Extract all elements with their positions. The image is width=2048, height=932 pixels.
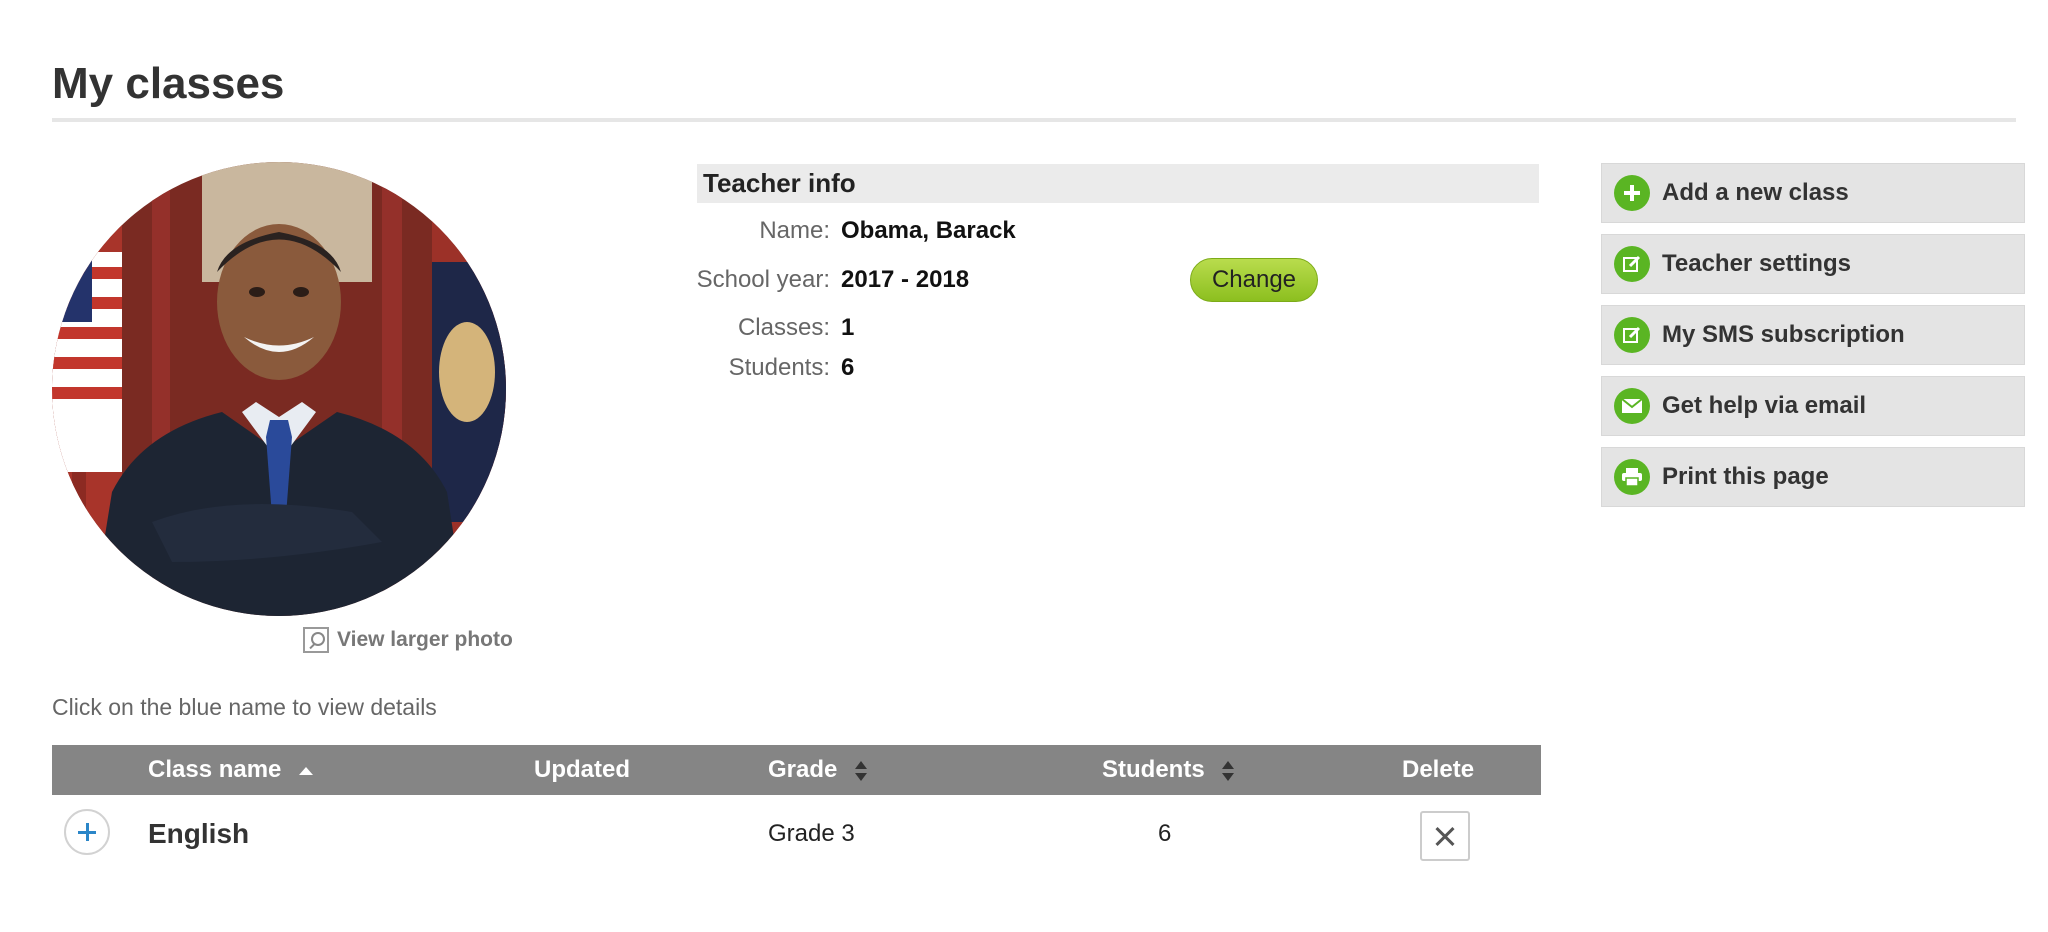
column-class-name[interactable]: Class name	[148, 745, 314, 795]
table-row: English Grade 3 6	[52, 803, 1541, 865]
add-new-class-label: Add a new class	[1662, 179, 1849, 206]
plus-icon	[1614, 175, 1650, 211]
class-students: 6	[1158, 820, 1172, 847]
students-count-label: Students:	[728, 354, 830, 381]
title-divider	[52, 118, 2016, 122]
expand-row-button[interactable]	[64, 809, 110, 855]
school-year-value: 2017 - 2018	[841, 266, 970, 293]
column-students-label: Students	[1102, 756, 1205, 783]
email-help-button[interactable]: Get help via email	[1601, 376, 2025, 436]
delete-class-button[interactable]	[1420, 811, 1470, 861]
class-name-link[interactable]: English	[148, 803, 249, 865]
column-class-name-label: Class name	[148, 756, 282, 783]
column-grade-label: Grade	[768, 756, 838, 783]
printer-icon	[1614, 459, 1650, 495]
class-grade: Grade 3	[768, 820, 855, 847]
teacher-name-row: Name: Obama, Barack	[697, 213, 1015, 249]
students-count-value: 6	[841, 354, 855, 381]
change-school-year-button[interactable]: Change	[1190, 258, 1318, 302]
teacher-name-value: Obama, Barack	[841, 217, 1016, 244]
magnify-icon	[303, 627, 329, 653]
email-icon	[1614, 388, 1650, 424]
school-year-row: School year: 2017 - 2018	[697, 262, 970, 298]
classes-table-header: Class name Updated Grade Students Delete	[52, 745, 1541, 795]
email-help-label: Get help via email	[1662, 392, 1867, 419]
sort-both-icon	[1222, 760, 1235, 781]
print-page-button[interactable]: Print this page	[1601, 447, 2025, 507]
classes-count-row: Classes: 1	[697, 310, 854, 346]
view-larger-photo-link[interactable]: View larger photo	[303, 625, 513, 655]
edit-icon	[1614, 317, 1650, 353]
column-delete-label: Delete	[1402, 756, 1475, 783]
edit-icon	[1614, 246, 1650, 282]
students-count-row: Students: 6	[697, 350, 855, 386]
school-year-label: School year:	[696, 266, 830, 293]
print-page-label: Print this page	[1662, 463, 1829, 490]
page-title: My classes	[52, 59, 285, 108]
view-larger-photo-label: View larger photo	[337, 628, 513, 651]
teacher-settings-button[interactable]: Teacher settings	[1601, 234, 2025, 294]
sms-subscription-button[interactable]: My SMS subscription	[1601, 305, 2025, 365]
column-grade[interactable]: Grade	[768, 745, 868, 795]
classes-count-label: Classes:	[737, 314, 830, 341]
teacher-info-heading: Teacher info	[697, 164, 1539, 203]
action-sidebar: Add a new class Teacher settings My SMS …	[1601, 163, 2025, 518]
teacher-settings-label: Teacher settings	[1662, 250, 1851, 277]
teacher-photo[interactable]	[52, 162, 506, 616]
table-hint: Click on the blue name to view details	[52, 694, 437, 720]
sort-ascending-icon	[299, 766, 314, 775]
column-students[interactable]: Students	[1102, 745, 1235, 795]
classes-count-value: 1	[841, 314, 855, 341]
sort-both-icon	[855, 760, 868, 781]
column-updated[interactable]: Updated	[534, 745, 630, 795]
add-new-class-button[interactable]: Add a new class	[1601, 163, 2025, 223]
column-updated-label: Updated	[534, 756, 630, 783]
column-delete: Delete	[1402, 745, 1474, 795]
teacher-name-label: Name:	[759, 217, 830, 244]
sms-subscription-label: My SMS subscription	[1662, 321, 1905, 348]
